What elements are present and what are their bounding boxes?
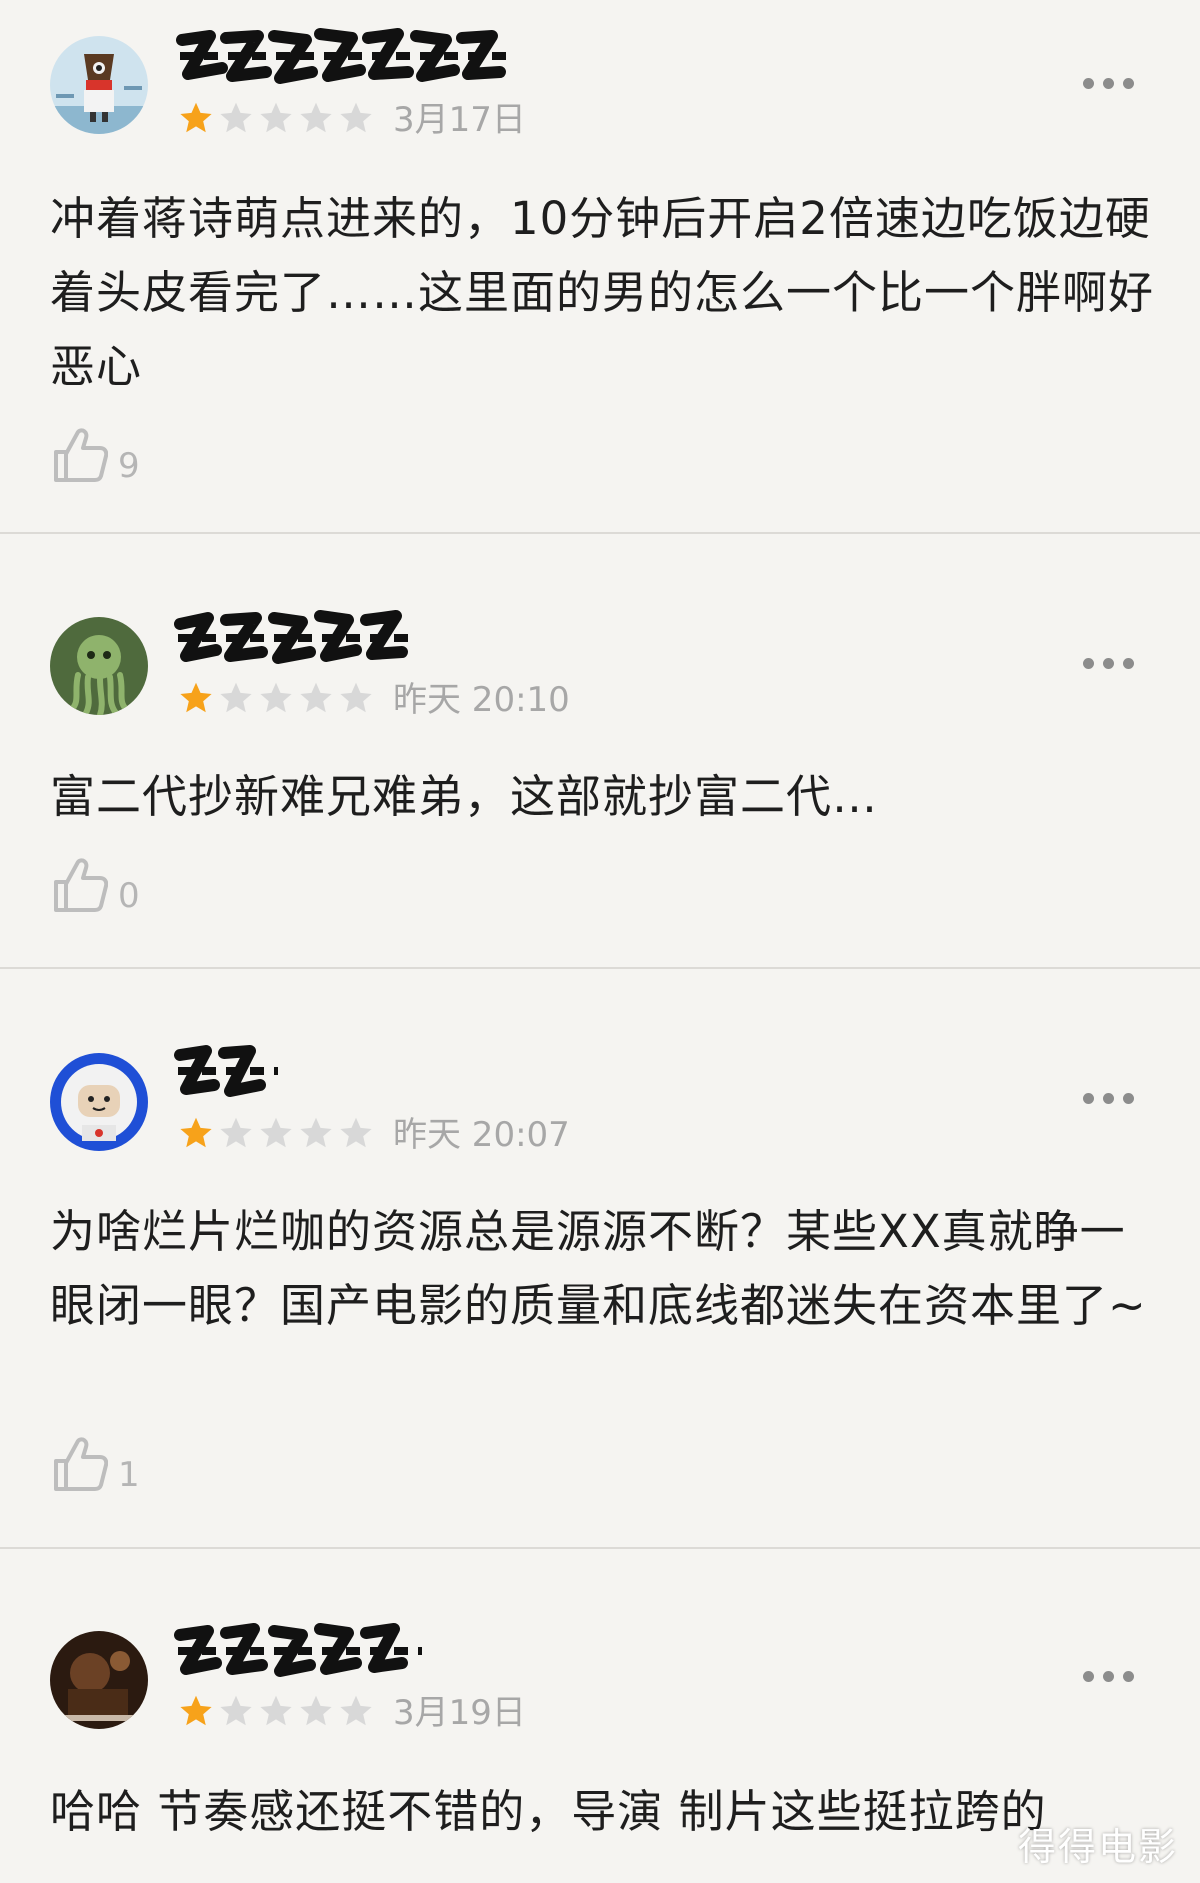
star-filled-icon	[180, 1117, 212, 1148]
like-count: 1	[118, 1455, 140, 1495]
thumbs-up-icon	[54, 1437, 108, 1491]
rating-stars	[178, 680, 374, 716]
user-avatar[interactable]	[50, 617, 148, 715]
star-empty-icon	[340, 682, 372, 713]
star-empty-icon	[220, 1695, 252, 1726]
star-empty-icon	[340, 102, 372, 133]
user-avatar[interactable]	[50, 1053, 148, 1151]
like-count: 9	[118, 446, 140, 486]
star-empty-icon	[300, 1117, 332, 1148]
star-empty-icon	[300, 682, 332, 713]
star-empty-icon	[340, 1695, 372, 1726]
like-button[interactable]: 1	[52, 1435, 140, 1493]
more-options-button[interactable]	[1083, 658, 1134, 669]
review-feed: 3月17日 冲着蒋诗萌点进来的，10分钟后开启2倍速边吃饭边硬着头皮看完了……这…	[0, 0, 1200, 1883]
star-filled-icon	[180, 682, 212, 713]
like-button[interactable]: 9	[52, 426, 140, 484]
watermark: 得得电影	[1017, 1825, 1178, 1869]
more-options-button[interactable]	[1083, 78, 1134, 89]
review-time: 昨天 20:07	[393, 1115, 570, 1155]
username-redacted[interactable]	[170, 1615, 440, 1685]
star-empty-icon	[260, 1695, 292, 1726]
thumbs-up-icon	[54, 858, 108, 912]
rating-stars	[178, 1115, 374, 1151]
star-empty-icon	[220, 682, 252, 713]
review-content: 哈哈 节奏感还挺不错的，导演 制片这些挺拉跨的	[50, 1785, 1047, 1838]
username-redacted[interactable]	[170, 1037, 290, 1107]
user-avatar[interactable]	[50, 36, 148, 134]
rating-stars	[178, 1693, 374, 1729]
like-count: 0	[118, 876, 140, 916]
star-empty-icon	[340, 1117, 372, 1148]
review-item: 3月17日 冲着蒋诗萌点进来的，10分钟后开启2倍速边吃饭边硬着头皮看完了……这…	[0, 0, 1200, 532]
star-empty-icon	[220, 102, 252, 133]
user-avatar[interactable]	[50, 1631, 148, 1729]
review-content: 富二代抄新难兄难弟，这部就抄富二代…	[50, 770, 879, 823]
review-item: 昨天 20:10 富二代抄新难兄难弟，这部就抄富二代… 0	[0, 534, 1200, 967]
more-options-button[interactable]	[1083, 1671, 1134, 1682]
review-content: 冲着蒋诗萌点进来的，10分钟后开启2倍速边吃饭边硬着头皮看完了……这里面的男的怎…	[50, 192, 1155, 393]
star-empty-icon	[260, 1117, 292, 1148]
review-item: 昨天 20:07 为啥烂片烂咖的资源总是源源不断？某些XX真就睁一眼闭一眼？国产…	[0, 969, 1200, 1547]
review-content: 为啥烂片烂咖的资源总是源源不断？某些XX真就睁一眼闭一眼？国产电影的质量和底线都…	[50, 1205, 1147, 1332]
star-empty-icon	[300, 102, 332, 133]
review-time: 昨天 20:10	[393, 680, 570, 720]
rating-stars	[178, 100, 374, 136]
username-redacted[interactable]	[170, 22, 540, 92]
star-empty-icon	[260, 682, 292, 713]
star-filled-icon	[180, 1695, 212, 1726]
more-options-button[interactable]	[1083, 1093, 1134, 1104]
review-time: 3月17日	[393, 100, 526, 140]
star-filled-icon	[180, 102, 212, 133]
star-empty-icon	[220, 1117, 252, 1148]
star-empty-icon	[260, 102, 292, 133]
like-button[interactable]: 0	[52, 856, 140, 914]
username-redacted[interactable]	[170, 602, 420, 672]
star-empty-icon	[300, 1695, 332, 1726]
thumbs-up-icon	[54, 428, 108, 482]
review-time: 3月19日	[393, 1693, 526, 1733]
